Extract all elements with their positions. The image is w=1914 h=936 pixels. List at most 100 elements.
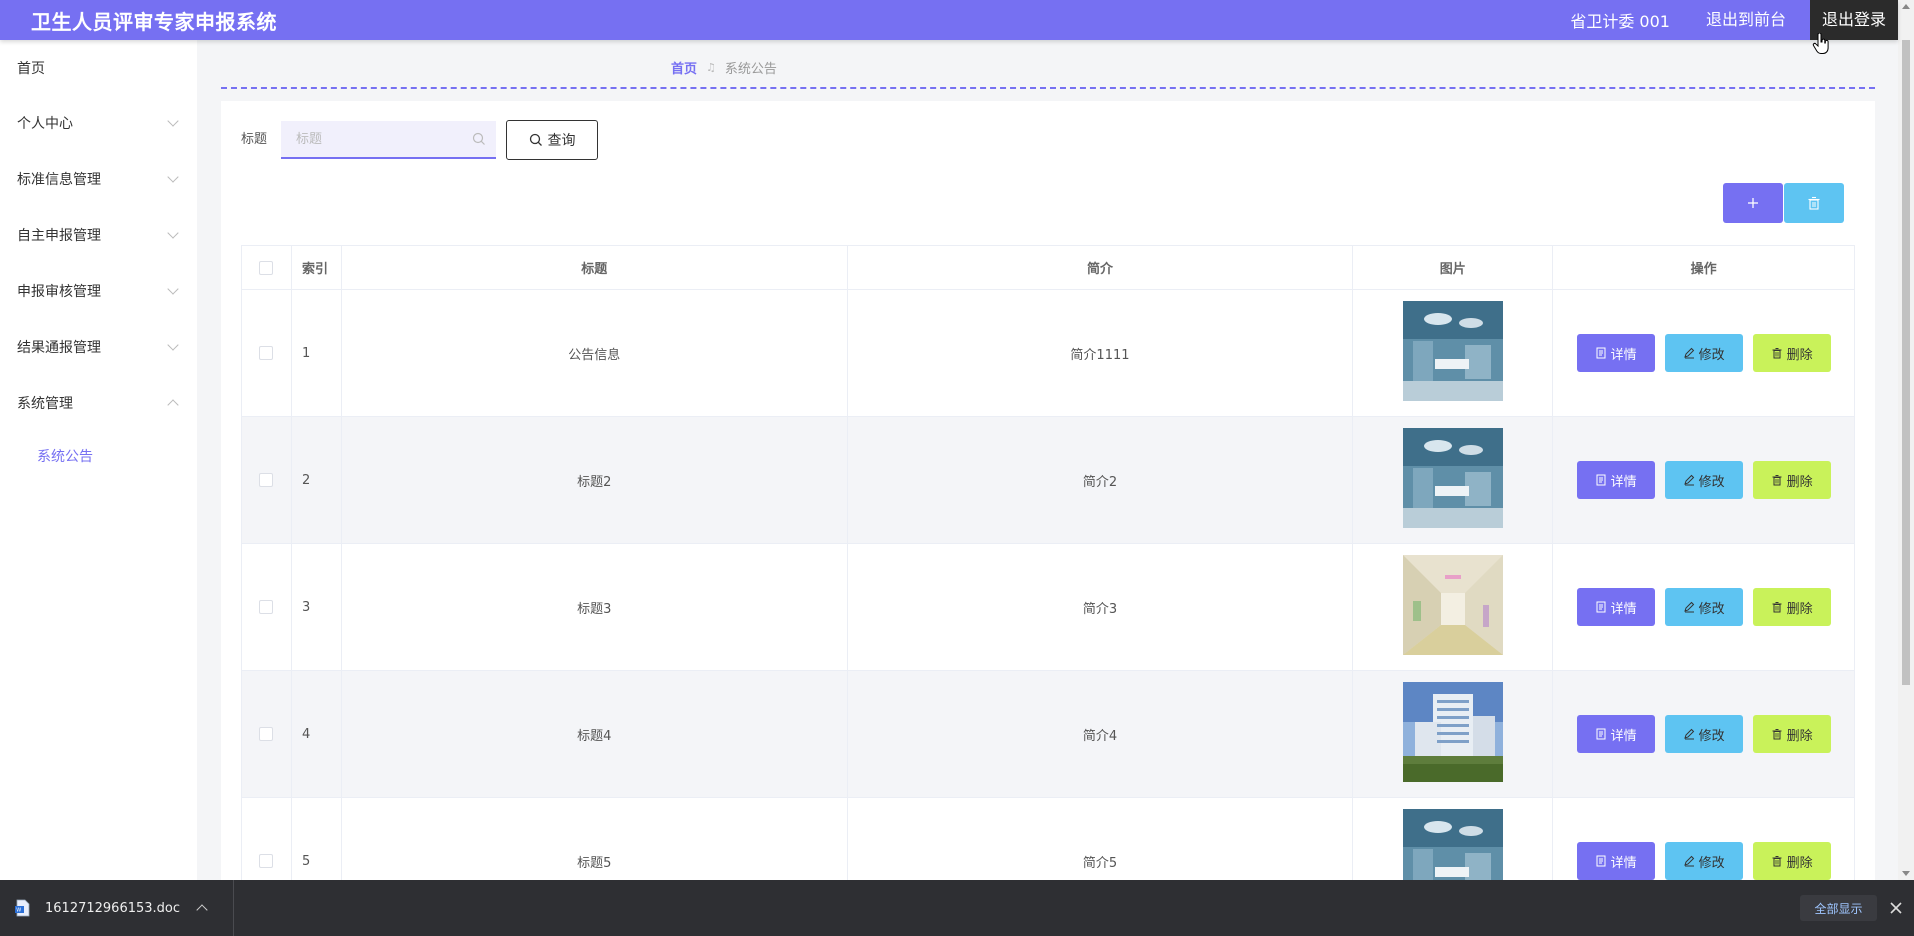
edit-button[interactable]: 修改	[1664, 588, 1743, 626]
delete-button[interactable]: 删除	[1752, 715, 1831, 753]
sidebar-subitem-system-notice[interactable]: 系统公告	[0, 431, 197, 481]
app-title: 卫生人员评审专家申报系统	[31, 9, 277, 34]
detail-button[interactable]: 详情	[1576, 461, 1655, 499]
search-label: 标题	[241, 132, 268, 147]
document-icon	[1596, 728, 1606, 740]
download-item[interactable]: W 1612712966153.doc	[0, 880, 234, 936]
batch-delete-button[interactable]	[1784, 183, 1844, 223]
sidebar-item-label: 申报审核管理	[17, 284, 101, 300]
add-button[interactable]	[1723, 183, 1783, 223]
detail-button[interactable]: 详情	[1576, 715, 1655, 753]
search-icon	[472, 132, 485, 145]
header-actions: 省卫计委 001 退出到前台 退出登录	[1570, 0, 1898, 40]
sidebar-item-label: 首页	[17, 60, 45, 77]
sidebar-item-result-notice[interactable]: 结果通报管理	[0, 319, 197, 375]
scroll-thumb[interactable]	[1902, 40, 1910, 685]
sidebar-item-standard-info[interactable]: 标准信息管理	[0, 151, 197, 207]
row-checkbox[interactable]	[259, 600, 274, 614]
row-checkbox-cell	[242, 290, 292, 416]
row-ops: 详情 修改 删除	[1553, 290, 1855, 416]
scroll-down-arrow-icon[interactable]	[1902, 871, 1910, 876]
detail-button[interactable]: 详情	[1576, 588, 1655, 626]
chevron-down-icon	[167, 171, 179, 183]
sidebar-item-label: 系统管理	[17, 396, 73, 412]
sidebar-item-self-declare[interactable]: 自主申报管理	[0, 207, 197, 263]
delete-button[interactable]: 删除	[1752, 588, 1831, 626]
row-desc: 简介3	[848, 544, 1354, 670]
row-ops: 详情 修改 删除	[1553, 671, 1855, 797]
row-checkbox[interactable]	[259, 346, 274, 360]
sidebar-item-label: 标准信息管理	[17, 172, 101, 188]
document-icon	[1596, 347, 1606, 359]
chevron-up-icon	[167, 399, 179, 411]
detail-button-label: 详情	[1610, 601, 1637, 617]
sidebar-item-personal-center[interactable]: 个人中心	[0, 95, 197, 151]
trash-icon	[1772, 475, 1782, 486]
row-checkbox-cell	[242, 544, 292, 670]
sidebar-item-system-admin[interactable]: 系统管理	[0, 375, 197, 431]
row-checkbox[interactable]	[259, 854, 274, 868]
current-user: 省卫计委 001	[1570, 12, 1670, 31]
row-image-cell	[1353, 417, 1554, 543]
sidebar-item-home[interactable]: 首页	[0, 40, 197, 95]
row-desc: 简介1111	[848, 290, 1354, 416]
close-icon[interactable]	[1887, 899, 1905, 917]
notice-table: 索引 标题 简介 图片 操作 1 公告信息 简介1111 详情 修改 删除 2 标题2 简介2 详…	[241, 245, 1855, 925]
page-scrollbar[interactable]	[1898, 0, 1914, 880]
detail-button[interactable]: 详情	[1576, 842, 1655, 880]
edit-button[interactable]: 修改	[1664, 715, 1743, 753]
edit-icon	[1683, 347, 1694, 359]
table-row: 4 标题4 简介4 详情 修改 删除	[242, 671, 1855, 798]
row-checkbox[interactable]	[259, 727, 274, 741]
row-thumbnail-image	[1402, 555, 1503, 659]
select-all-checkbox[interactable]	[259, 260, 274, 275]
row-title: 标题4	[342, 671, 848, 797]
sidebar-item-declare-review[interactable]: 申报审核管理	[0, 263, 197, 319]
breadcrumb-home-link[interactable]: 首页	[671, 58, 697, 77]
header-desc: 简介	[848, 246, 1354, 289]
show-all-downloads-button[interactable]: 全部显示	[1800, 895, 1877, 921]
download-filename: 1612712966153.doc	[45, 900, 181, 916]
top-header: 卫生人员评审专家申报系统 省卫计委 001 退出到前台 退出登录	[0, 0, 1898, 40]
download-bar: W 1612712966153.doc 全部显示	[0, 880, 1914, 936]
chevron-down-icon	[167, 115, 179, 127]
document-icon	[1596, 601, 1606, 613]
detail-button-label: 详情	[1610, 474, 1637, 490]
query-button[interactable]: 查询	[506, 120, 598, 160]
table-row: 1 公告信息 简介1111 详情 修改 删除	[242, 290, 1855, 417]
sidebar-item-label: 个人中心	[17, 116, 73, 132]
row-title: 公告信息	[342, 290, 848, 416]
search-field	[281, 121, 496, 159]
delete-button-label: 删除	[1786, 474, 1813, 490]
edit-button[interactable]: 修改	[1664, 461, 1743, 499]
delete-button[interactable]: 删除	[1752, 842, 1831, 880]
row-desc: 简介4	[848, 671, 1354, 797]
row-desc: 简介2	[848, 417, 1354, 543]
delete-button[interactable]: 删除	[1752, 461, 1831, 499]
row-checkbox-cell	[242, 671, 292, 797]
edit-icon	[1683, 474, 1694, 486]
edit-button[interactable]: 修改	[1664, 842, 1743, 880]
sidebar: 首页 个人中心 标准信息管理 自主申报管理 申报审核管理 结果通报管理 系统管理…	[0, 40, 197, 880]
delete-button-label: 删除	[1786, 601, 1813, 617]
search-input[interactable]	[281, 121, 461, 157]
document-icon	[1596, 474, 1606, 486]
doc-file-icon: W	[15, 899, 30, 917]
table-row: 3 标题3 简介3 详情 修改 删除	[242, 544, 1855, 671]
edit-button-label: 修改	[1698, 601, 1725, 617]
header-checkbox-cell	[242, 246, 292, 289]
header-title: 标题	[342, 246, 848, 289]
edit-button[interactable]: 修改	[1664, 334, 1743, 372]
search-icon	[529, 133, 542, 146]
trash-icon	[1772, 602, 1782, 613]
row-ops: 详情 修改 删除	[1553, 544, 1855, 670]
detail-button[interactable]: 详情	[1576, 334, 1655, 372]
header-image: 图片	[1353, 246, 1554, 289]
delete-button[interactable]: 删除	[1752, 334, 1831, 372]
row-checkbox[interactable]	[259, 473, 274, 487]
scroll-up-arrow-icon[interactable]	[1902, 4, 1910, 9]
table-body: 1 公告信息 简介1111 详情 修改 删除 2 标题2 简介2 详情 修改 删除 3 标题3 简介3 详情修…	[242, 290, 1855, 925]
exit-to-front-link[interactable]: 退出到前台	[1694, 0, 1798, 40]
chevron-up-icon[interactable]	[196, 904, 208, 916]
delete-button-label: 删除	[1786, 728, 1813, 744]
